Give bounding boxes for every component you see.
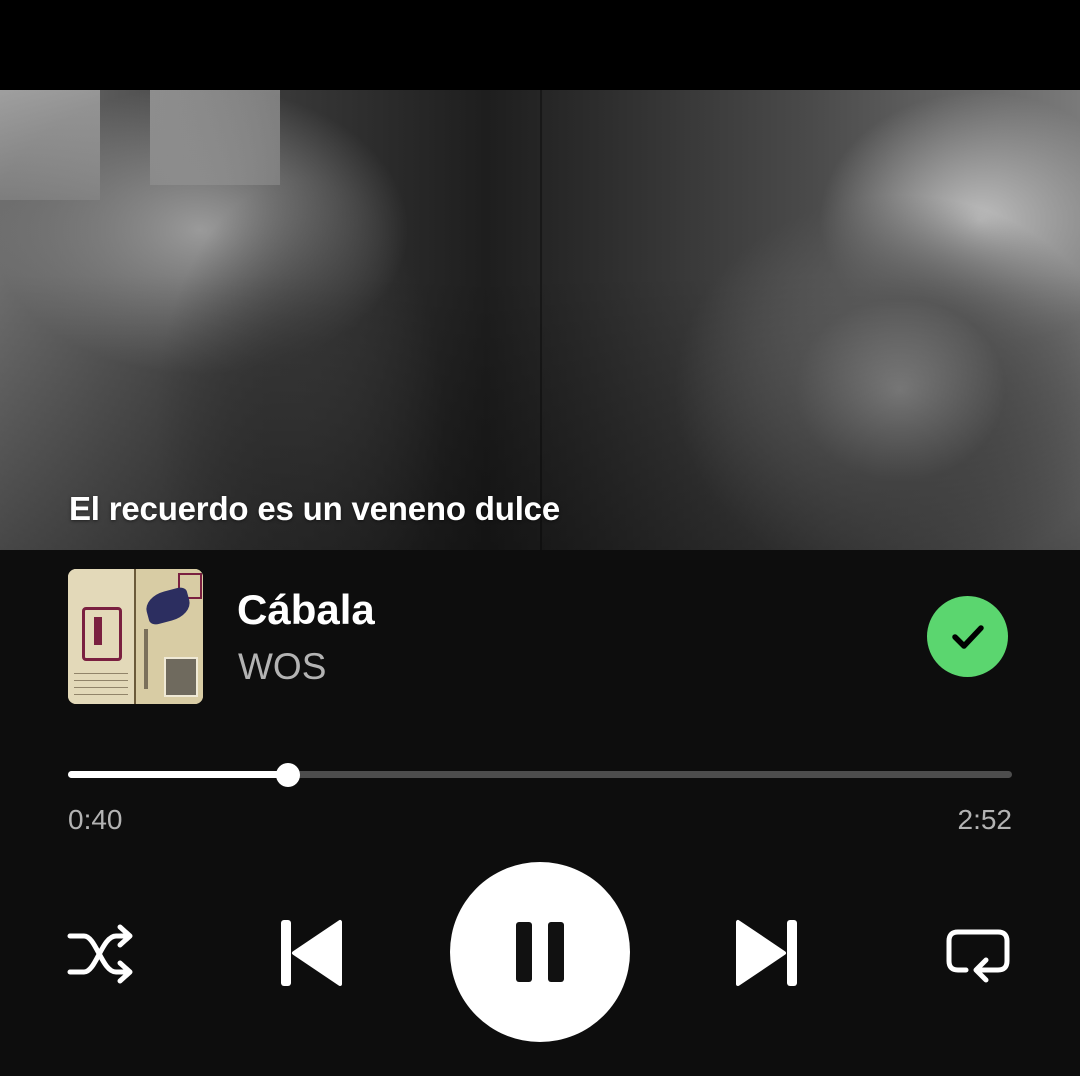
saved-to-library-button[interactable] <box>927 596 1008 677</box>
elapsed-time: 0:40 <box>68 804 123 835</box>
canvas-video[interactable]: El recuerdo es un veneno dulce <box>0 90 1080 550</box>
video-shade <box>0 90 1080 550</box>
skip-next-icon <box>736 920 797 986</box>
repeat-icon <box>946 929 1010 983</box>
repeat-button[interactable] <box>942 922 1014 986</box>
previous-button[interactable] <box>276 916 346 990</box>
track-title[interactable]: Cábala <box>237 586 375 634</box>
check-icon <box>951 624 984 649</box>
track-artist[interactable]: WOS <box>238 646 326 688</box>
shuffle-button[interactable] <box>66 922 138 986</box>
lyric-line: El recuerdo es un veneno dulce <box>69 490 560 527</box>
skip-previous-icon <box>281 920 342 986</box>
progress-fill <box>68 771 288 778</box>
pause-button[interactable] <box>450 862 630 1042</box>
next-button[interactable] <box>732 916 802 990</box>
album-art[interactable] <box>68 569 203 704</box>
player-panel: Cábala WOS 0:40 2:52 <box>0 550 1080 1076</box>
shuffle-icon <box>67 924 133 984</box>
total-time: 2:52 <box>957 804 1013 835</box>
progress-handle[interactable] <box>275 762 300 787</box>
progress-bar[interactable] <box>68 762 1012 787</box>
now-playing-screen: El recuerdo es un veneno dulce Cábala WO… <box>0 0 1080 1076</box>
pause-icon <box>516 922 564 982</box>
